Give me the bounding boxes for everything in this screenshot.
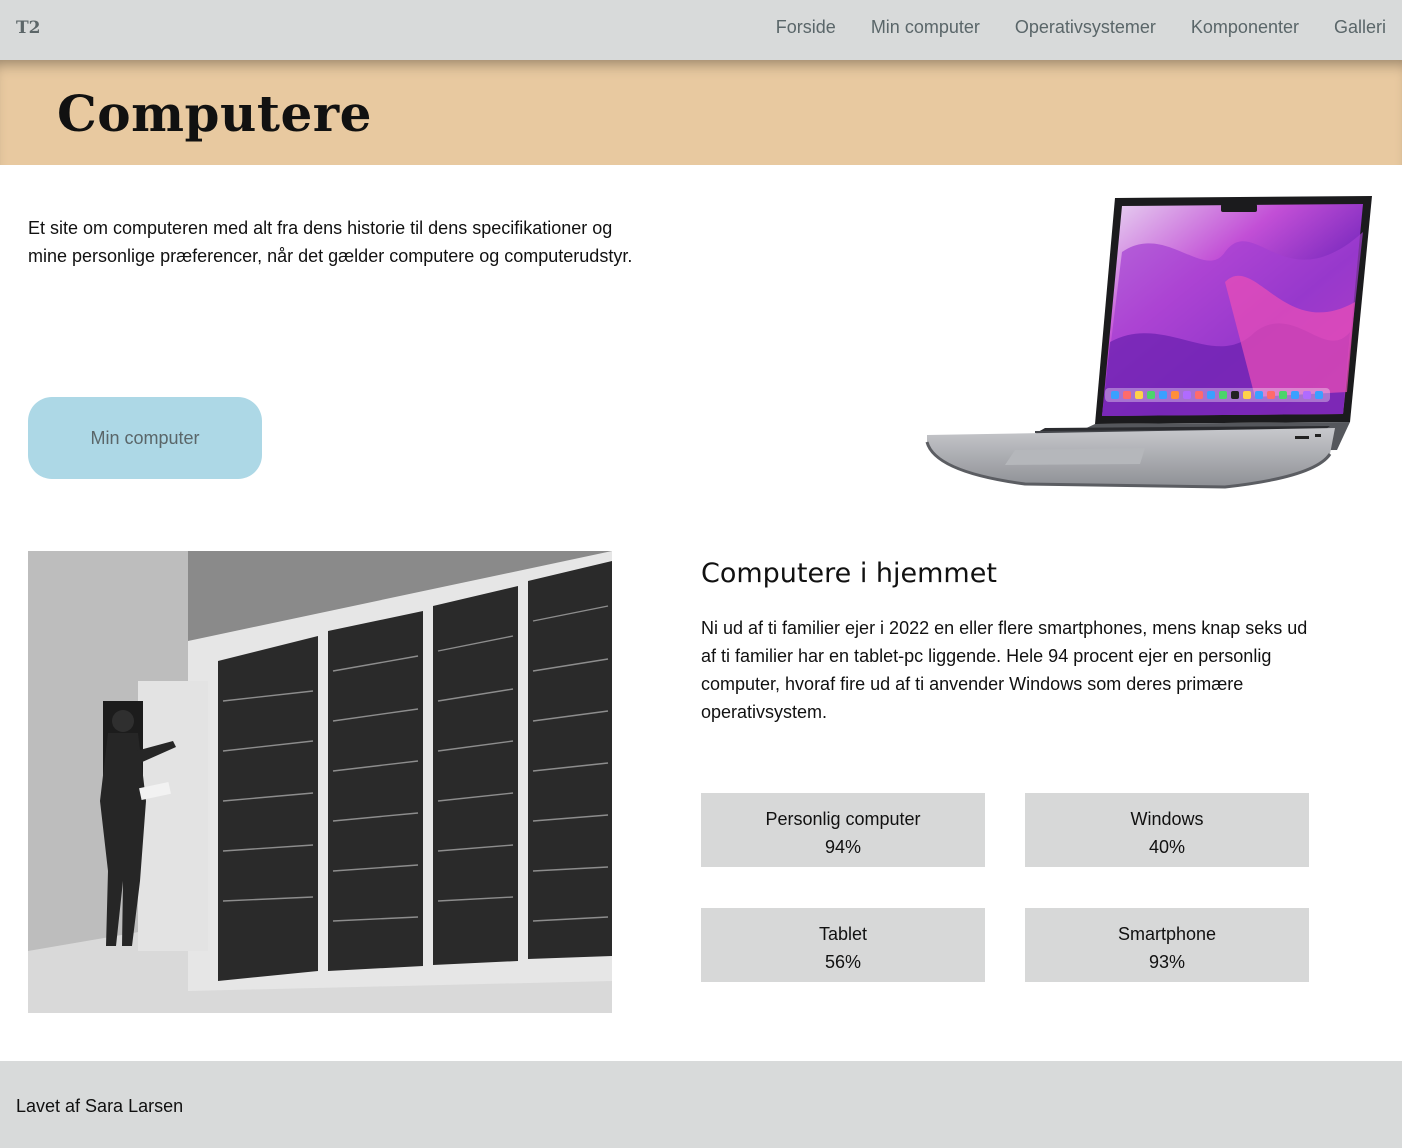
stat-card: Personlig computer 94% [701,793,985,867]
stat-value: 93% [1148,952,1186,972]
hero-banner: Computere [0,60,1402,165]
stat-value: 94% [824,837,862,857]
nav-link-operativsystemer[interactable]: Operativsystemer [1015,17,1156,38]
stat-card: Smartphone 93% [1025,908,1309,982]
stat-card: Windows 40% [1025,793,1309,867]
stat-value: 40% [1148,837,1186,857]
nav-link-min-computer[interactable]: Min computer [871,17,980,38]
section-body: Ni ud af ti familier ejer i 2022 en elle… [701,618,1308,722]
top-navbar: T2 Forside Min computer Operativsystemer… [0,0,1402,60]
stat-label: Tablet [818,924,868,944]
nav-link-komponenter[interactable]: Komponenter [1191,17,1299,38]
historic-computer-photo [28,551,612,1013]
footer: Lavet af Sara Larsen [0,1061,1402,1148]
laptop-image [925,196,1372,489]
section-title: Computere i hjemmet [701,558,997,589]
page-title: Computere [57,84,372,143]
intro-text: Et site om computeren med alt fra dens h… [28,218,633,266]
stat-label: Windows [1130,809,1204,829]
stat-label: Personlig computer [765,809,921,829]
min-computer-button[interactable]: Min computer [28,397,262,479]
nav-link-forside[interactable]: Forside [776,17,836,38]
stat-card: Tablet 56% [701,908,985,982]
stat-value: 56% [824,952,862,972]
nav-links: Forside Min computer Operativsystemer Ko… [776,17,1386,38]
nav-link-galleri[interactable]: Galleri [1334,17,1386,38]
footer-text: Lavet af Sara Larsen [16,1096,184,1116]
brand-logo[interactable]: T2 [16,18,40,38]
stat-label: Smartphone [1117,924,1217,944]
